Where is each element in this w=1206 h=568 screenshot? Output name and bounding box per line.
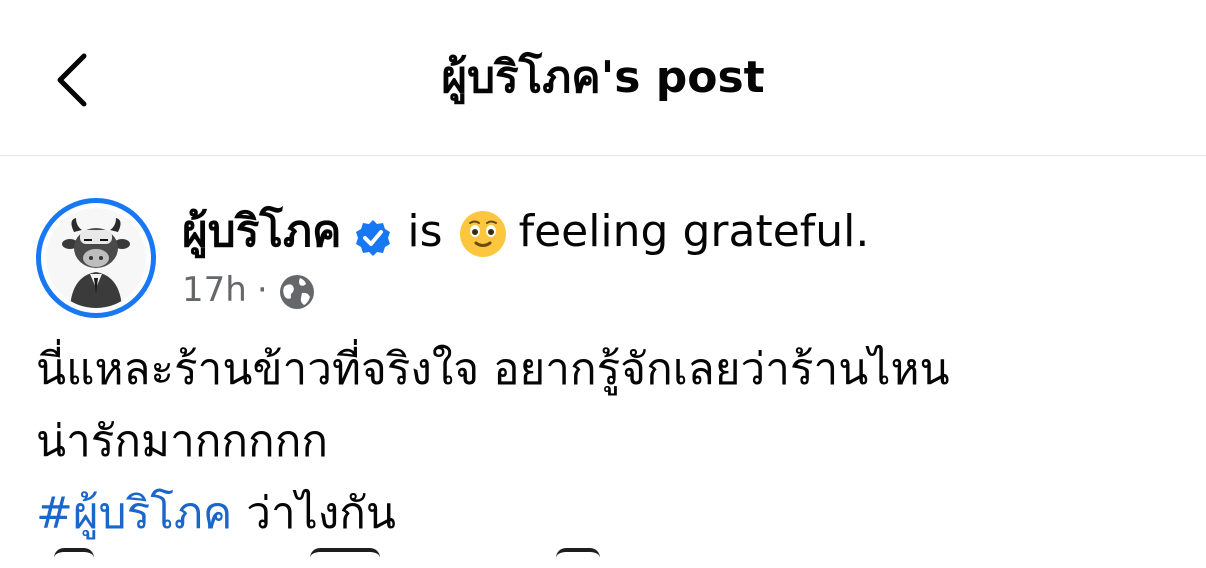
meta-separator: · <box>256 270 268 310</box>
hashtag-suffix: ว่าไงกัน <box>232 488 397 539</box>
next-row-partial <box>36 544 1186 564</box>
author-name[interactable]: ผู้บริโภค <box>182 202 341 262</box>
post-body: นี่แหละร้านข้าวที่จริงใจ อยากรู้จักเลยว่… <box>36 334 1186 550</box>
page-title: ผู้บริโภค's post <box>441 52 765 103</box>
post-timestamp[interactable]: 17h <box>182 268 247 312</box>
avatar-image <box>46 208 146 308</box>
partial-glyph <box>310 548 380 568</box>
hashtag-line: #ผู้บริโภค ว่าไงกัน <box>36 478 1186 550</box>
post-header: ผู้บริโภค is feeling grateful. 17h · <box>36 198 1186 318</box>
post-text-line: น่ารักมากกกกก <box>36 416 328 467</box>
verified-badge-icon <box>353 214 393 256</box>
top-bar: ผู้บริโภค's post <box>0 0 1206 156</box>
grateful-face-emoji <box>459 210 507 258</box>
partial-glyph <box>556 548 600 568</box>
avatar[interactable] <box>36 198 156 318</box>
post-meta: 17h · <box>182 268 316 312</box>
post-text-line: นี่แหละร้านข้าวที่จริงใจ อยากรู้จักเลยว่… <box>36 344 950 395</box>
feeling-text: feeling grateful. <box>518 206 870 257</box>
hashtag-link[interactable]: #ผู้บริโภค <box>36 488 232 539</box>
feeling-prefix: is <box>407 206 443 257</box>
post-title-line: ผู้บริโภค is feeling grateful. <box>182 202 869 262</box>
globe-icon[interactable] <box>278 273 316 311</box>
partial-glyph <box>54 548 94 568</box>
